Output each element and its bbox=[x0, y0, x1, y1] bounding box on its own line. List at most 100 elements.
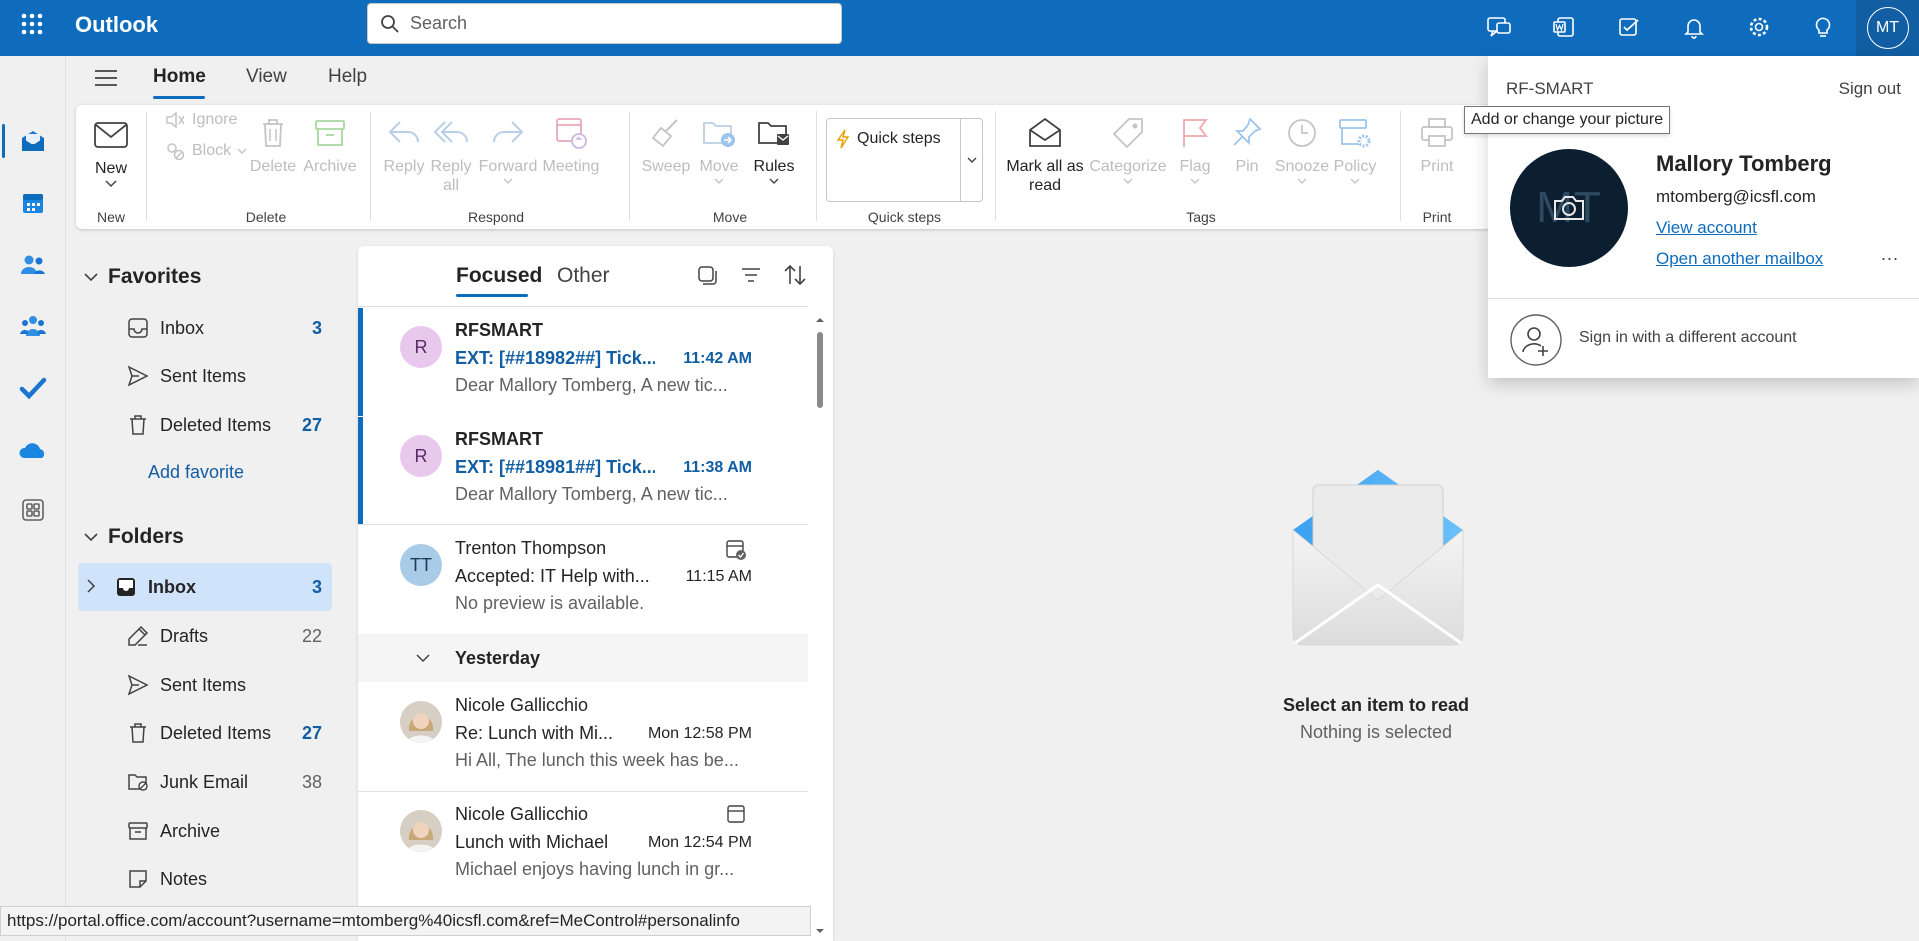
profile-picture-button[interactable]: MT bbox=[1510, 149, 1628, 267]
app-title[interactable]: Outlook bbox=[75, 12, 158, 38]
archive-button[interactable]: Archive bbox=[302, 113, 358, 176]
chevron-down-icon bbox=[86, 180, 136, 188]
rules-label: Rules bbox=[753, 158, 795, 175]
sort-icon[interactable] bbox=[783, 264, 807, 286]
nav-folder-sent-items[interactable]: Sent Items bbox=[78, 661, 332, 709]
tab-focused[interactable]: Focused bbox=[456, 264, 542, 288]
group-separator bbox=[1400, 111, 1401, 221]
select-mode-icon[interactable] bbox=[696, 264, 718, 286]
nav-folder-inbox[interactable]: Inbox 3 bbox=[78, 563, 332, 611]
nav-favorite-inbox[interactable]: Inbox 3 bbox=[78, 304, 332, 352]
block-button[interactable]: Block bbox=[164, 141, 247, 161]
word-icon[interactable] bbox=[1547, 10, 1581, 44]
block-icon bbox=[164, 141, 186, 161]
message-sender: RFSMART bbox=[455, 429, 543, 449]
view-account-link[interactable]: View account bbox=[1656, 218, 1757, 238]
inbox-icon bbox=[126, 316, 150, 340]
account-button[interactable]: MT bbox=[1856, 0, 1919, 56]
meeting-label: Meeting bbox=[542, 158, 600, 175]
sign-in-different-account-label: Sign in with a different account bbox=[1579, 329, 1797, 346]
more-apps-icon[interactable] bbox=[17, 494, 49, 526]
message-item[interactable]: Nicole Gallicchio Re: Lunch with Mi... M… bbox=[358, 683, 808, 791]
pencil-icon bbox=[126, 624, 150, 648]
todo-check-icon[interactable] bbox=[17, 372, 49, 404]
hamburger-menu-icon[interactable] bbox=[94, 68, 122, 92]
nav-favorite-deleted-items[interactable]: Deleted Items 27 bbox=[78, 401, 332, 449]
message-list-scrollbar[interactable] bbox=[812, 310, 828, 941]
search-box[interactable] bbox=[367, 3, 842, 44]
nav-folder-junk-email[interactable]: Junk Email 38 bbox=[78, 758, 332, 806]
rules-button[interactable]: Rules bbox=[748, 113, 800, 185]
nav-label: Deleted Items bbox=[160, 415, 272, 435]
more-options-button[interactable]: ... bbox=[1881, 244, 1899, 265]
day-group-header[interactable]: Yesterday bbox=[358, 634, 808, 682]
mail-icon[interactable] bbox=[17, 125, 49, 157]
group-label-move: Move bbox=[712, 209, 748, 225]
folders-header[interactable]: Folders bbox=[84, 525, 184, 549]
ignore-button[interactable]: Ignore bbox=[164, 110, 237, 130]
open-another-mailbox-link[interactable]: Open another mailbox bbox=[1656, 249, 1823, 269]
reply-label: Reply bbox=[383, 158, 425, 175]
policy-button[interactable]: Policy bbox=[1330, 113, 1380, 185]
forward-button[interactable]: Forward bbox=[478, 113, 538, 185]
quick-steps-item[interactable]: Quick steps bbox=[835, 129, 941, 149]
sweep-button[interactable]: Sweep bbox=[640, 113, 692, 176]
lightbulb-icon[interactable] bbox=[1806, 10, 1840, 44]
app-launcher-icon[interactable] bbox=[18, 10, 46, 38]
group-separator bbox=[629, 111, 630, 221]
move-button[interactable]: Move bbox=[694, 113, 744, 185]
reply-button[interactable]: Reply bbox=[382, 113, 426, 176]
send-icon bbox=[126, 364, 150, 388]
quick-steps-gallery[interactable]: Quick steps bbox=[826, 118, 983, 202]
sign-out-link[interactable]: Sign out bbox=[1839, 79, 1901, 99]
message-item[interactable]: R RFSMART EXT: [##18981##] Tick... 11:38… bbox=[358, 417, 808, 525]
nav-label: Junk Email bbox=[160, 772, 249, 792]
print-button[interactable]: Print bbox=[1412, 113, 1462, 176]
favorites-header[interactable]: Favorites bbox=[84, 265, 201, 289]
message-sender: Trenton Thompson bbox=[455, 538, 607, 558]
add-favorite-link[interactable]: Add favorite bbox=[148, 462, 244, 483]
filter-icon[interactable] bbox=[740, 266, 762, 284]
nav-folder-archive[interactable]: Archive bbox=[78, 807, 332, 855]
message-preview: Dear Mallory Tomberg, A new tic... bbox=[455, 375, 728, 395]
message-item[interactable]: TT Trenton Thompson Accepted: IT Help wi… bbox=[358, 526, 808, 634]
message-item[interactable]: R RFSMART EXT: [##18982##] Tick... 11:42… bbox=[358, 308, 808, 416]
divider bbox=[1488, 298, 1919, 299]
nav-folder-deleted-items[interactable]: Deleted Items 27 bbox=[78, 709, 332, 757]
forward-icon bbox=[488, 113, 528, 153]
junk-folder-icon bbox=[126, 770, 150, 794]
bell-icon[interactable] bbox=[1677, 10, 1711, 44]
nav-favorite-sent-items[interactable]: Sent Items bbox=[78, 352, 332, 400]
tab-home[interactable]: Home bbox=[153, 66, 206, 88]
categorize-button[interactable]: Categorize bbox=[1088, 113, 1168, 185]
calendar-icon[interactable] bbox=[17, 187, 49, 219]
meeting-button[interactable]: Meeting bbox=[538, 113, 604, 176]
quick-steps-expand[interactable] bbox=[960, 119, 982, 201]
sign-in-different-account-button[interactable]: Sign in with a different account bbox=[1488, 306, 1919, 370]
search-input[interactable] bbox=[410, 13, 810, 34]
trash-icon bbox=[253, 113, 293, 153]
nav-folder-notes[interactable]: Notes bbox=[78, 855, 332, 903]
message-item[interactable]: Nicole Gallicchio Lunch with Michael Mon… bbox=[358, 792, 808, 900]
mark-all-read-button[interactable]: Mark all as read bbox=[1002, 113, 1088, 195]
onedrive-icon[interactable] bbox=[17, 434, 49, 466]
tab-underline bbox=[153, 96, 205, 99]
tab-view[interactable]: View bbox=[246, 66, 287, 88]
new-mail-button[interactable]: New bbox=[86, 115, 136, 188]
groups-icon[interactable] bbox=[17, 310, 49, 342]
snooze-button[interactable]: Snooze bbox=[1274, 113, 1330, 185]
delete-label: Delete bbox=[249, 158, 297, 175]
tab-other[interactable]: Other bbox=[557, 264, 610, 288]
todo-icon[interactable] bbox=[1612, 10, 1646, 44]
flag-button[interactable]: Flag bbox=[1170, 113, 1220, 185]
pin-button[interactable]: Pin bbox=[1222, 113, 1272, 176]
reply-all-button[interactable]: Reply all bbox=[428, 113, 474, 195]
nav-folder-drafts[interactable]: Drafts 22 bbox=[78, 612, 332, 660]
gear-icon[interactable] bbox=[1742, 10, 1776, 44]
delete-button[interactable]: Delete bbox=[248, 113, 298, 176]
reply-all-label-line2: all bbox=[442, 177, 459, 194]
people-icon[interactable] bbox=[17, 249, 49, 281]
tab-help[interactable]: Help bbox=[328, 66, 367, 88]
teams-chat-icon[interactable] bbox=[1482, 10, 1516, 44]
chevron-right-icon[interactable] bbox=[86, 579, 96, 593]
